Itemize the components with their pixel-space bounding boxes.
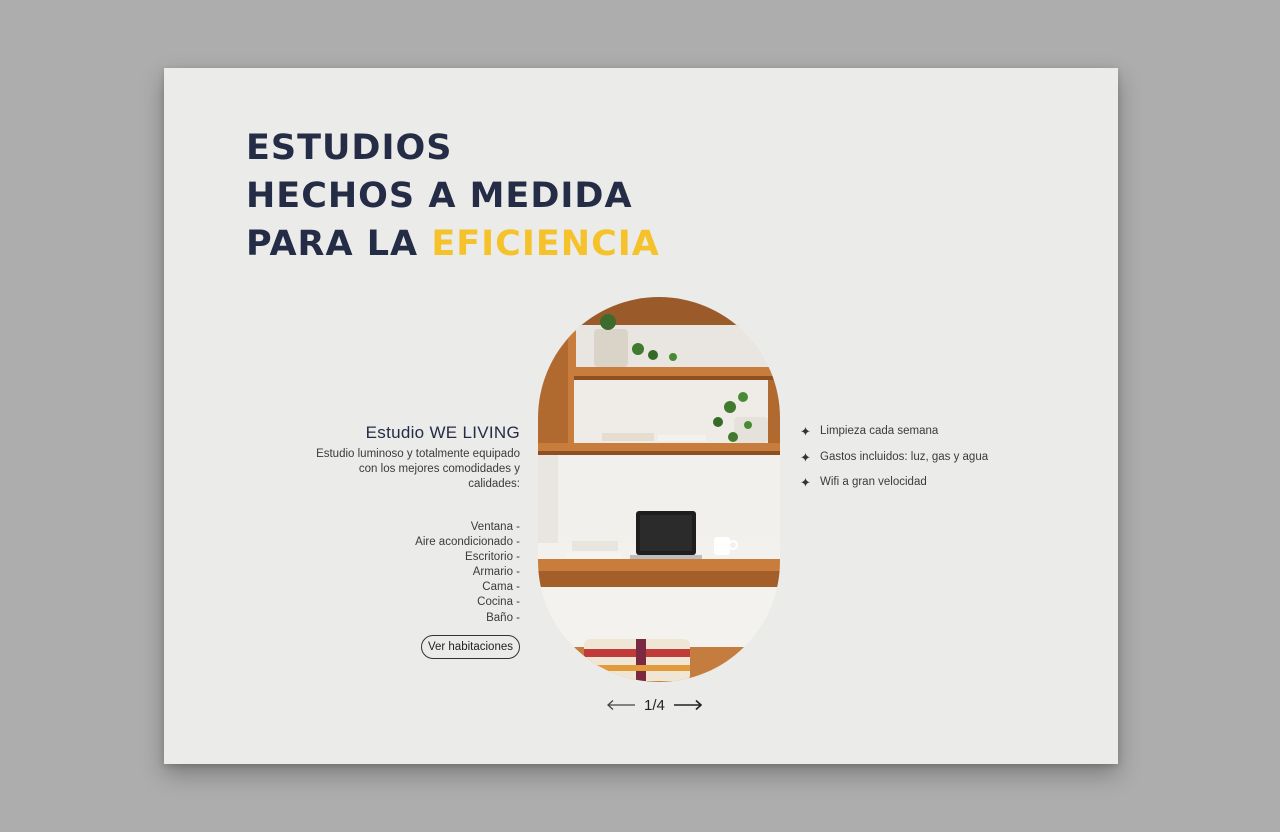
perks-list: ✦ Limpieza cada semana ✦ Gastos incluido… <box>800 425 988 502</box>
studio-photo <box>538 297 780 682</box>
amenity-item: Armario - <box>472 566 520 579</box>
headline-line-3-prefix: PARA LA <box>246 224 432 264</box>
arrow-left-icon[interactable] <box>606 699 636 711</box>
studio-photo-illustration <box>538 297 780 682</box>
amenity-item: Cocina - <box>477 596 520 609</box>
headline-line-3: PARA LA EFICIENCIA <box>246 220 660 268</box>
headline: ESTUDIOS HECHOS A MEDIDA PARA LA EFICIEN… <box>246 124 660 268</box>
studio-title: Estudio WE LIVING <box>365 423 520 442</box>
slide-card: ESTUDIOS HECHOS A MEDIDA PARA LA EFICIEN… <box>164 68 1118 764</box>
perk-label: Gastos incluidos: luz, gas y agua <box>820 450 989 463</box>
headline-accent-word: EFICIENCIA <box>431 224 660 264</box>
amenity-item: Escritorio - <box>465 551 520 564</box>
slide-pager: 1/4 <box>606 695 703 715</box>
amenity-item: Aire acondicionado - <box>415 536 520 549</box>
amenity-item: Ventana - <box>470 521 520 533</box>
perk-label: Wifi a gran velocidad <box>820 476 927 488</box>
studio-info: Estudio WE LIVING Estudio luminoso y tot… <box>304 423 520 659</box>
perk-item: ✦ Limpieza cada semana <box>800 425 988 451</box>
perk-label: Limpieza cada semana <box>820 425 939 437</box>
sparkle-icon: ✦ <box>800 424 811 439</box>
perk-item: ✦ Gastos incluidos: luz, gas y agua <box>800 449 989 477</box>
amenities-list: Ventana - Aire acondicionado - Escritori… <box>304 520 520 626</box>
page-indicator: 1/4 <box>644 696 665 714</box>
headline-line-1: ESTUDIOS <box>246 128 453 168</box>
arrow-right-icon[interactable] <box>673 699 703 711</box>
amenity-item: Baño - <box>486 611 520 624</box>
view-rooms-button[interactable]: Ver habitaciones <box>420 634 520 659</box>
sparkle-icon: ✦ <box>800 449 811 465</box>
headline-line-2: HECHOS A MEDIDA <box>246 176 633 216</box>
perk-item: ✦ Wifi a gran velocidad <box>800 476 988 502</box>
sparkle-icon: ✦ <box>800 475 811 490</box>
amenity-item: Cama - <box>482 581 520 594</box>
studio-description: Estudio luminoso y totalmente equipado c… <box>316 448 520 490</box>
